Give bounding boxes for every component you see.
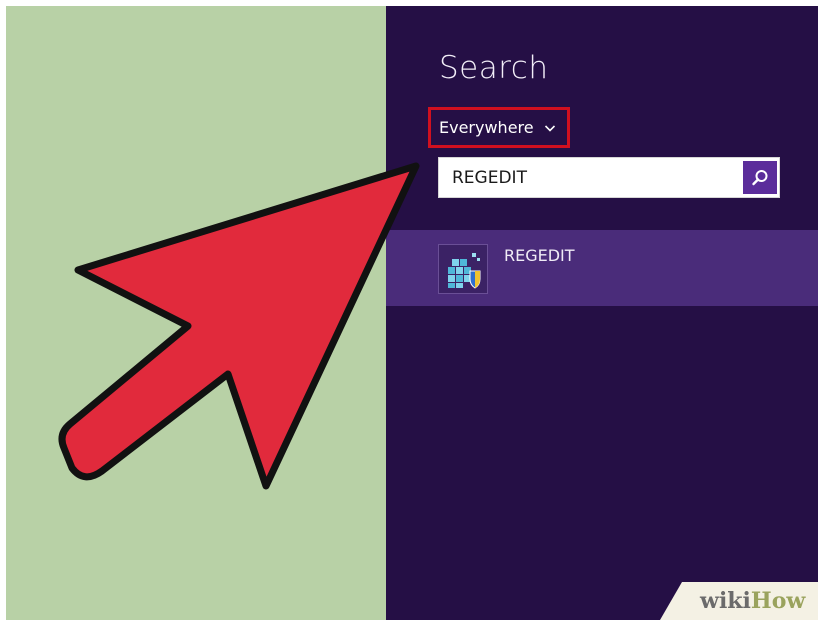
screenshot-frame: Search Everywhere REGEDIT REGEDIT wikiHo…	[6, 6, 818, 620]
search-box	[438, 157, 780, 198]
search-charm-panel: Search Everywhere REGEDIT REGEDIT	[386, 6, 818, 620]
search-result-label: REGEDIT	[504, 246, 575, 265]
search-button[interactable]	[743, 161, 777, 194]
search-input[interactable]	[439, 158, 735, 197]
search-scope-label: Everywhere	[439, 118, 534, 137]
wikihow-logo-text: wikiHow	[700, 588, 806, 614]
magnifier-icon	[752, 169, 768, 185]
search-scope-dropdown[interactable]: Everywhere	[428, 107, 570, 148]
search-title: Search	[439, 50, 549, 86]
wikihow-watermark: wikiHow	[660, 582, 818, 620]
search-result-regedit[interactable]: REGEDIT	[386, 230, 818, 306]
registry-editor-icon	[438, 244, 488, 294]
desktop-background	[6, 6, 386, 620]
chevron-down-icon	[544, 124, 555, 132]
